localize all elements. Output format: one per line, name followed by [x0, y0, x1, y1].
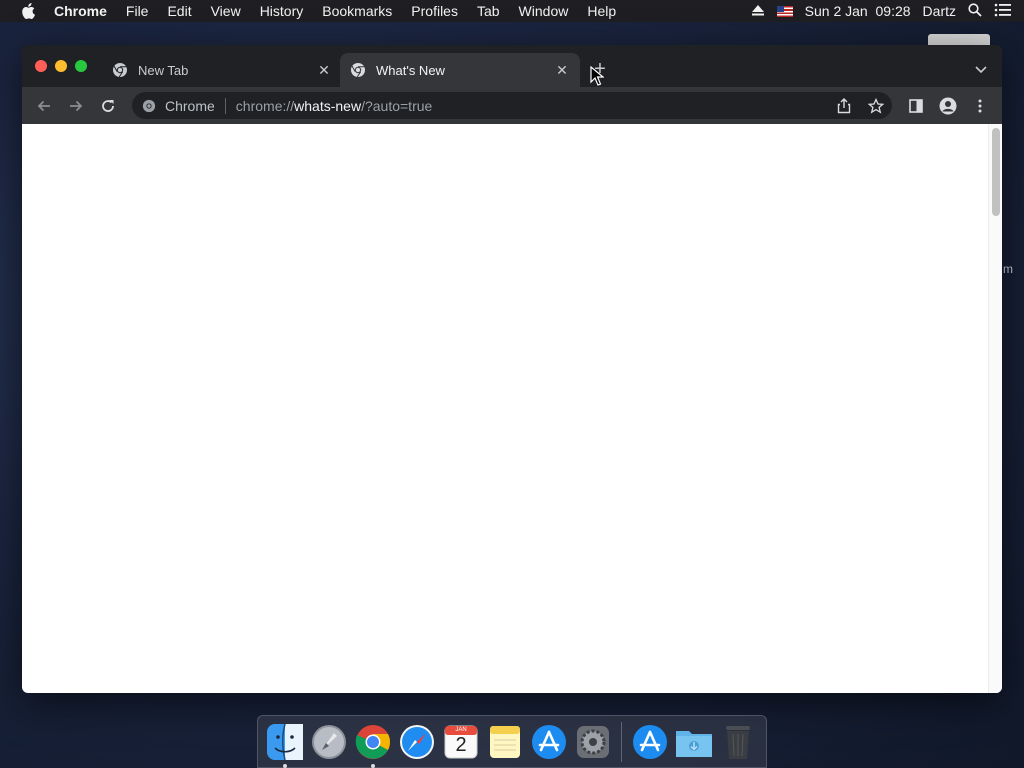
menu-help[interactable]: Help — [587, 3, 616, 19]
apple-menu-icon[interactable] — [20, 2, 38, 20]
forward-arrow-icon[interactable] — [66, 96, 86, 116]
calendar-day: 2 — [455, 733, 467, 756]
dock-finder-icon[interactable] — [265, 722, 305, 768]
site-chip-label[interactable]: Chrome — [165, 98, 215, 114]
share-icon[interactable] — [834, 96, 854, 116]
dock: JAN 2 — [257, 715, 767, 768]
tab-whats-new[interactable]: What's New ✕ — [340, 53, 580, 87]
menu-app-name[interactable]: Chrome — [54, 3, 107, 19]
window-close-button[interactable] — [35, 60, 47, 72]
browser-toolbar: Chrome chrome://whats-new/?auto=true — [22, 87, 1002, 124]
menu-history[interactable]: History — [260, 3, 304, 19]
chrome-site-icon — [142, 99, 156, 113]
menu-extras: Sun 2 Jan 09:28 Dartz — [751, 0, 1024, 22]
us-flag-icon[interactable] — [776, 5, 793, 17]
dock-trash-icon[interactable] — [718, 722, 758, 762]
bookmark-star-icon[interactable] — [866, 96, 886, 116]
vertical-scrollbar[interactable] — [988, 124, 1002, 693]
dock-system-preferences-icon[interactable] — [573, 722, 613, 762]
back-arrow-icon[interactable] — [34, 96, 54, 116]
dock-app-store-icon[interactable] — [529, 722, 569, 762]
menu-view[interactable]: View — [211, 3, 241, 19]
reload-icon[interactable] — [98, 96, 118, 116]
more-menu-icon[interactable] — [970, 96, 990, 116]
tab-close-icon[interactable]: ✕ — [316, 62, 332, 78]
tab-close-icon[interactable]: ✕ — [554, 62, 570, 78]
menu-bar: Chrome File Edit View History Bookmarks … — [0, 0, 1024, 22]
scrollbar-thumb[interactable] — [992, 128, 1000, 216]
spotlight-search-icon[interactable] — [968, 2, 982, 20]
dock-chrome-icon[interactable] — [353, 722, 393, 768]
chrome-favicon-icon — [350, 62, 366, 78]
dock-notes-icon[interactable] — [485, 722, 525, 762]
url-path: /?auto=true — [361, 97, 433, 114]
profile-avatar-icon[interactable] — [938, 96, 958, 116]
tab-title: What's New — [376, 62, 445, 78]
dock-separator — [621, 721, 622, 762]
address-bar[interactable]: Chrome chrome://whats-new/?auto=true — [132, 92, 892, 119]
tab-new-tab[interactable]: New Tab ✕ — [102, 53, 342, 87]
notification-center-icon[interactable] — [994, 3, 1012, 20]
menu-file[interactable]: File — [126, 3, 149, 19]
dock-safari-icon[interactable] — [397, 722, 437, 762]
menu-tab[interactable]: Tab — [477, 3, 500, 19]
url-host: whats-new — [294, 97, 362, 114]
window-minimize-button[interactable] — [55, 60, 67, 72]
clock[interactable]: Sun 2 Jan 09:28 — [805, 3, 911, 19]
tab-title: New Tab — [138, 62, 189, 78]
dock-downloads-folder-icon[interactable] — [674, 722, 714, 762]
dock-launchpad-icon[interactable] — [309, 722, 349, 762]
calendar-month: JAN — [455, 726, 467, 733]
dock-app-store-2-icon[interactable] — [630, 722, 670, 762]
url-scheme: chrome:// — [235, 97, 295, 114]
chrome-favicon-icon — [112, 62, 128, 78]
tab-strip: New Tab ✕ What's New ✕ + — [22, 45, 1002, 87]
omnibox-divider — [224, 97, 226, 114]
side-panel-icon[interactable] — [906, 96, 926, 116]
tab-search-chevron-icon[interactable] — [974, 62, 988, 74]
dock-calendar-icon[interactable]: JAN 2 — [441, 722, 481, 762]
page-content[interactable] — [22, 124, 1002, 693]
mouse-pointer-icon — [590, 65, 605, 86]
running-indicator — [371, 763, 375, 768]
window-zoom-button[interactable] — [75, 60, 87, 72]
desktop-partial-label: m — [1003, 262, 1013, 276]
user-name[interactable]: Dartz — [923, 3, 956, 19]
menu-profiles[interactable]: Profiles — [411, 3, 458, 19]
menu-window[interactable]: Window — [519, 3, 569, 19]
menu-bookmarks[interactable]: Bookmarks — [322, 3, 392, 19]
eject-icon[interactable] — [751, 3, 765, 19]
running-indicator — [283, 763, 287, 768]
chrome-window: New Tab ✕ What's New ✕ + Chrome chrome:/… — [22, 45, 1002, 693]
menu-edit[interactable]: Edit — [167, 3, 191, 19]
